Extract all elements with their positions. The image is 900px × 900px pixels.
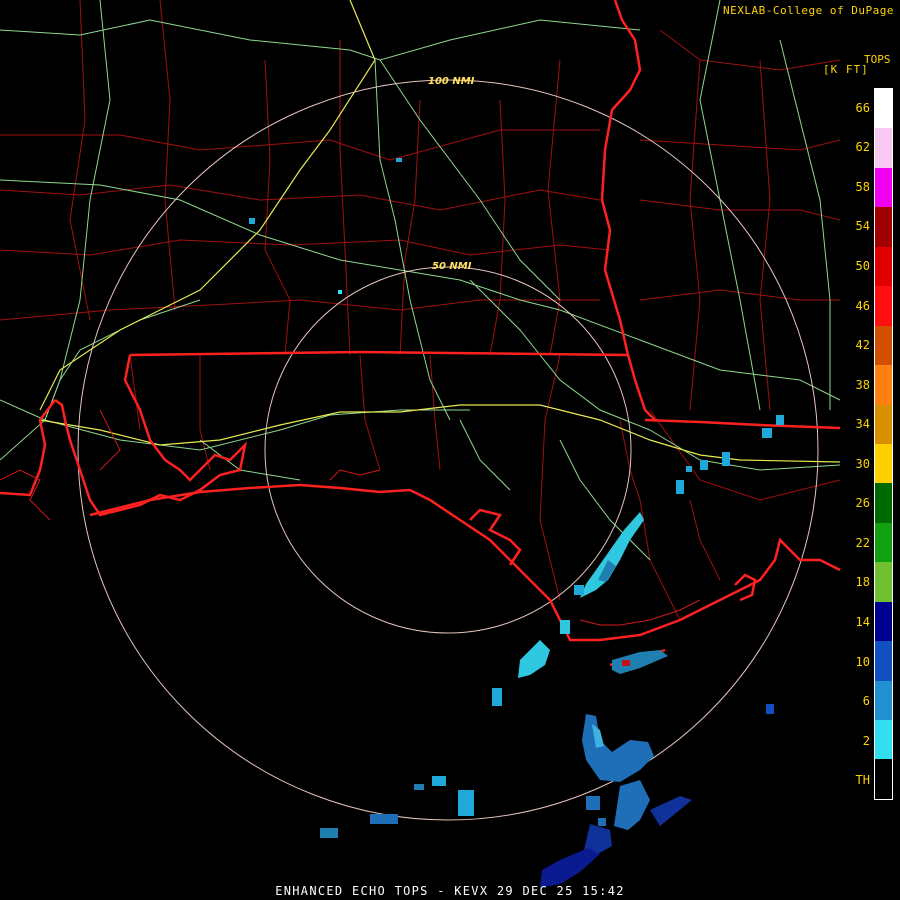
source-credit: NEXLAB-College of DuPage bbox=[723, 4, 894, 17]
legend-label: 18 bbox=[855, 575, 870, 590]
ring-label-100: 100 NMI bbox=[428, 76, 475, 87]
legend-label: 2 bbox=[862, 733, 870, 748]
legend-swatch bbox=[875, 246, 892, 287]
legend-label: 66 bbox=[855, 100, 870, 115]
legend-swatch bbox=[875, 128, 892, 168]
interstates bbox=[39, 0, 841, 463]
legend-label: 34 bbox=[855, 417, 870, 432]
legend-swatch bbox=[875, 207, 892, 247]
range-ring-50 bbox=[264, 266, 632, 634]
legend-label: 62 bbox=[855, 140, 870, 155]
legend-label: 46 bbox=[855, 298, 870, 313]
product-footer: ENHANCED ECHO TOPS - KEVX 29 DEC 25 15:4… bbox=[275, 884, 625, 898]
legend-swatch bbox=[875, 404, 892, 444]
legend-swatch bbox=[875, 167, 892, 208]
state-borders bbox=[0, 0, 841, 667]
legend-swatch bbox=[875, 483, 892, 523]
legend-label: 50 bbox=[855, 259, 870, 273]
range-ring-100 bbox=[77, 79, 819, 821]
legend-label: 58 bbox=[855, 179, 870, 194]
legend-swatch bbox=[875, 720, 892, 760]
legend-label: 6 bbox=[862, 694, 870, 709]
legend-label: 54 bbox=[855, 219, 870, 234]
legend-swatch bbox=[875, 89, 892, 129]
legend-swatch bbox=[875, 443, 892, 484]
ring-label-50: 50 NMI bbox=[432, 261, 472, 272]
coast-detail bbox=[0, 409, 701, 626]
legend-swatch bbox=[875, 325, 892, 366]
legend-label: 26 bbox=[855, 496, 870, 511]
radar-map: 100 NMI 50 NMI bbox=[0, 0, 841, 888]
legend-swatch bbox=[875, 286, 892, 326]
legend-label: 42 bbox=[855, 338, 870, 353]
legend-label: 30 bbox=[855, 456, 870, 471]
range-rings bbox=[77, 79, 819, 821]
echo-returns bbox=[249, 158, 784, 888]
color-scale-bar bbox=[874, 88, 893, 800]
legend-units: [K FT] bbox=[823, 63, 869, 76]
legend-swatch bbox=[875, 365, 892, 405]
legend-swatch bbox=[875, 522, 892, 563]
legend-swatch bbox=[875, 641, 892, 681]
legend-label: 22 bbox=[855, 535, 870, 550]
color-scale-labels: 66 62 58 54 50 46 42 38 34 30 26 22 18 14 10 6 2 TH bbox=[846, 88, 870, 800]
legend-swatch bbox=[875, 601, 892, 642]
legend-swatch bbox=[875, 759, 892, 799]
state-highways bbox=[0, 0, 841, 561]
legend-label: TH bbox=[855, 773, 870, 788]
county-borders bbox=[0, 0, 841, 621]
legend-label: 38 bbox=[855, 377, 870, 392]
legend-label: 10 bbox=[855, 654, 870, 669]
legend-swatch bbox=[875, 680, 892, 720]
legend-label: 14 bbox=[855, 615, 870, 629]
legend-swatch bbox=[875, 562, 892, 602]
